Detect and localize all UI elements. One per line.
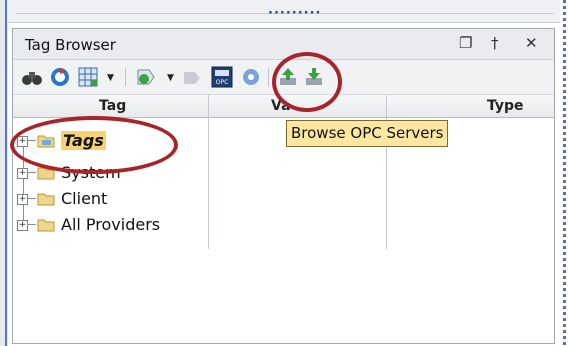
- tree-item-label: Client: [61, 189, 108, 208]
- folder-icon: [37, 219, 55, 232]
- panel-title: Tag Browser: [25, 36, 116, 54]
- tree-branch: [28, 172, 36, 173]
- right-dotted-edge: [563, 0, 566, 346]
- toolbar-separator: [268, 68, 269, 86]
- column-tag-header[interactable]: Tag: [99, 95, 126, 117]
- tree-item-label: All Providers: [61, 215, 161, 234]
- settings-icon[interactable]: [240, 66, 262, 88]
- dropdown-arrow-icon[interactable]: ▼: [107, 73, 114, 83]
- browse-opc-servers-icon[interactable]: OPC: [210, 65, 234, 89]
- browse-opc-tooltip: Browse OPC Servers: [286, 120, 449, 147]
- highlight-circle-opc: [272, 52, 342, 112]
- svg-text:OPC: OPC: [216, 79, 229, 86]
- pin-icon[interactable]: †: [491, 34, 499, 52]
- highlight-circle-tags: [10, 116, 178, 174]
- tree-item-client[interactable]: + Client: [13, 187, 213, 211]
- close-icon[interactable]: ✕: [525, 34, 538, 52]
- add-tag-icon[interactable]: [135, 66, 157, 88]
- expand-icon[interactable]: +: [17, 168, 28, 179]
- column-type-header[interactable]: Type: [487, 95, 524, 117]
- dropdown-arrow-icon[interactable]: ▼: [167, 73, 174, 83]
- screenshot-frame: ········· Tag Browser ❐ † ✕ ▼ ▼ OPC Tag …: [0, 0, 568, 346]
- expand-icon[interactable]: +: [17, 220, 28, 231]
- toolbar-separator: [125, 68, 126, 86]
- binoculars-icon[interactable]: [21, 66, 43, 88]
- drag-grip-icon[interactable]: ·········: [268, 6, 321, 21]
- tree-item-all-providers[interactable]: + All Providers: [13, 213, 213, 237]
- column-divider[interactable]: [386, 95, 387, 249]
- disabled-icon: [184, 72, 200, 84]
- panel-titlebar[interactable]: Tag Browser ❐ † ✕: [13, 29, 554, 60]
- docking-top-strip: ·········: [8, 0, 560, 23]
- tree-branch: [28, 198, 36, 199]
- tree-branch: [28, 224, 36, 225]
- window-left-edge: [0, 0, 8, 346]
- expand-icon[interactable]: +: [17, 194, 28, 205]
- refresh-icon[interactable]: [49, 66, 71, 88]
- restore-icon[interactable]: ❐: [459, 34, 472, 52]
- grid-icon[interactable]: [77, 66, 99, 88]
- folder-icon: [37, 193, 55, 206]
